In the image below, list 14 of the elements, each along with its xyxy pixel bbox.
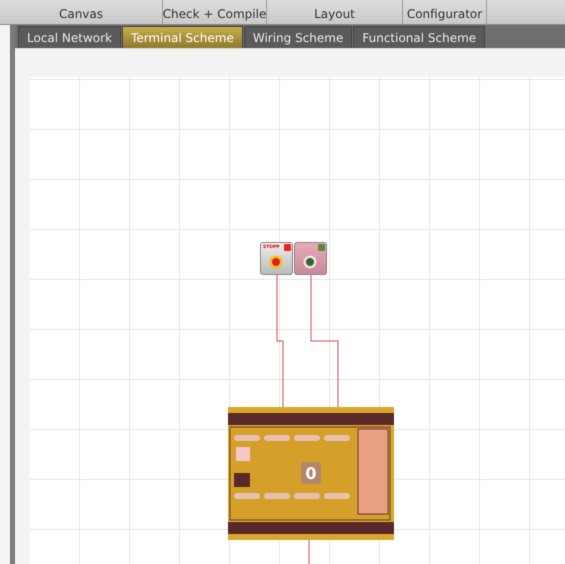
scheme-tab[interactable]: Functional Scheme (353, 26, 486, 48)
ribbon-group-label: Check + Compile (162, 7, 266, 21)
digit-display: 0 (301, 462, 321, 484)
push-knob-icon (303, 255, 317, 269)
scheme-tab[interactable]: Local Network (18, 26, 122, 48)
ribbon-group-label: Layout (314, 7, 355, 21)
push-button[interactable] (294, 242, 327, 275)
scheme-tab[interactable]: Terminal Scheme (122, 26, 243, 48)
ribbon-group-label: Configurator (406, 7, 482, 21)
indicator-lamp-icon (284, 244, 291, 251)
scheme-tab[interactable]: Wiring Scheme (244, 26, 352, 48)
indicator-lamp-icon (318, 244, 325, 251)
ribbon-group-label: Canvas (58, 7, 104, 21)
push-knob-icon (269, 255, 283, 269)
